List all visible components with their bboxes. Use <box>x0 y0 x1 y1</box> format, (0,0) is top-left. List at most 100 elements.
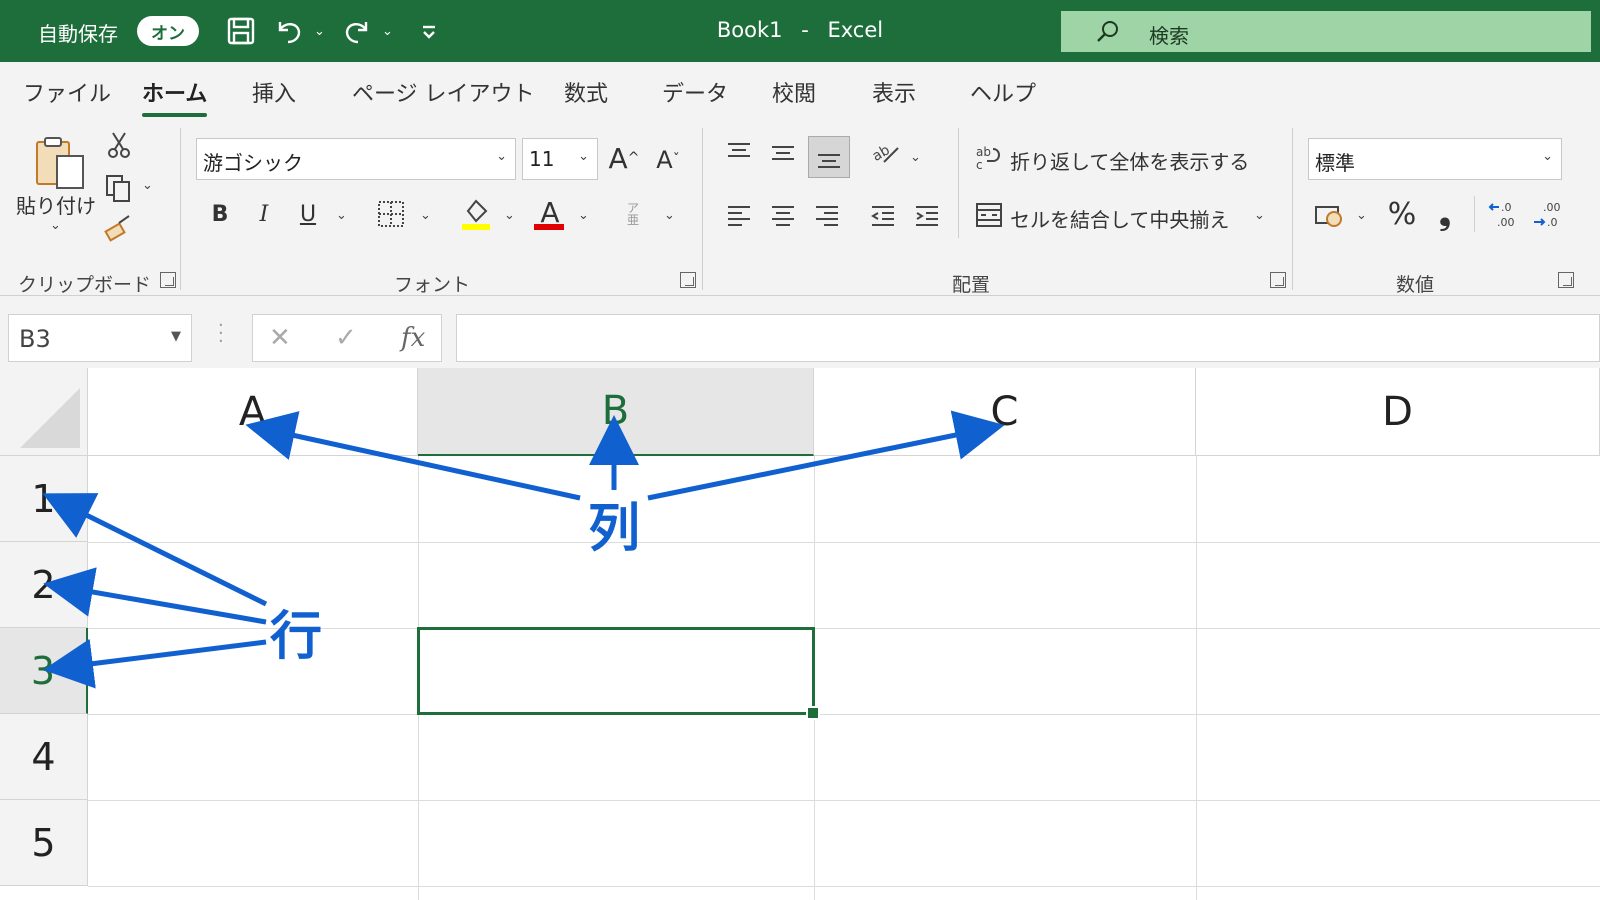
name-box-value: B3 <box>19 325 51 353</box>
fill-color-dropdown-icon[interactable]: ⌄ <box>504 208 515 223</box>
font-color-dropdown-icon[interactable]: ⌄ <box>578 208 589 223</box>
phonetic-dropdown-icon[interactable]: ⌄ <box>664 208 675 223</box>
fill-handle[interactable] <box>806 706 820 720</box>
bottom-align-icon[interactable] <box>808 136 850 178</box>
tab-data[interactable]: データ <box>662 76 728 108</box>
selected-cell-b3[interactable] <box>417 627 815 715</box>
orientation-dropdown-icon[interactable]: ⌄ <box>910 150 921 165</box>
underline-dropdown-icon[interactable]: ⌄ <box>336 208 347 223</box>
svg-text:c: c <box>976 158 983 171</box>
tab-view[interactable]: 表示 <box>872 76 916 108</box>
comma-style-button[interactable]: ❟ <box>1430 196 1460 232</box>
format-painter-icon[interactable] <box>102 212 134 244</box>
bold-button[interactable]: B <box>204 196 236 232</box>
tab-help[interactable]: ヘルプ <box>970 76 1036 108</box>
fill-color-icon[interactable] <box>458 194 494 232</box>
ribbon: 貼り付け ⌄ ⌄ クリップボード 游ゴシック ⌄ 11 ⌄ A ^ Aˇ B I … <box>0 120 1600 296</box>
increase-decimal-icon[interactable]: .0.00 <box>1486 196 1522 232</box>
gridline <box>88 542 1600 543</box>
paste-dropdown-icon[interactable]: ⌄ <box>50 218 61 233</box>
name-box[interactable]: B3 ▼ <box>8 314 192 362</box>
font-color-swatch <box>534 224 564 230</box>
align-right-icon[interactable] <box>810 198 844 232</box>
number-launcher-icon[interactable] <box>1558 272 1574 288</box>
decrease-font-size-button[interactable]: Aˇ <box>650 142 686 178</box>
wrap-text-button[interactable]: 折り返して全体を表示する <box>1010 146 1249 175</box>
undo-icon[interactable] <box>272 14 306 48</box>
merge-center-button[interactable]: セルを結合して中央揃え <box>1010 204 1229 233</box>
paste-icon[interactable] <box>28 132 90 194</box>
tab-review[interactable]: 校閲 <box>772 76 816 108</box>
svg-text:ab: ab <box>870 142 893 165</box>
merge-center-icon[interactable] <box>974 200 1004 230</box>
wrap-text-icon[interactable]: ab c <box>974 142 1004 172</box>
tab-insert[interactable]: 挿入 <box>252 76 296 108</box>
clipboard-launcher-icon[interactable] <box>160 272 176 288</box>
enter-icon[interactable]: ✓ <box>335 323 357 353</box>
cut-icon[interactable] <box>104 130 134 160</box>
title-separator: - <box>801 18 809 42</box>
autosave-toggle[interactable]: オン <box>137 16 199 46</box>
accounting-format-icon[interactable] <box>1312 198 1348 232</box>
insert-function-icon[interactable]: fx <box>401 323 425 353</box>
copy-dropdown-icon[interactable]: ⌄ <box>142 178 153 193</box>
row-header-1[interactable]: 1 <box>0 456 88 542</box>
alignment-launcher-icon[interactable] <box>1270 272 1286 288</box>
column-header-d[interactable]: D <box>1196 368 1600 456</box>
alignment-group-label: 配置 <box>952 274 991 296</box>
select-all-icon <box>20 388 80 448</box>
redo-icon[interactable] <box>340 14 374 48</box>
align-left-icon[interactable] <box>722 198 756 232</box>
increase-indent-icon[interactable] <box>910 198 944 232</box>
percent-style-button[interactable]: % <box>1384 196 1420 232</box>
underline-button[interactable]: U <box>292 196 324 232</box>
borders-dropdown-icon[interactable]: ⌄ <box>420 208 431 223</box>
undo-dropdown-icon[interactable]: ⌄ <box>314 24 325 39</box>
increase-font-size-button[interactable]: A ^ <box>606 138 642 178</box>
font-group-label: フォント <box>394 274 471 296</box>
row-header-3[interactable]: 3 <box>0 628 88 714</box>
tab-formulas[interactable]: 数式 <box>564 76 608 108</box>
column-header-b[interactable]: B <box>418 368 814 456</box>
paste-label[interactable]: 貼り付け <box>16 190 96 219</box>
column-annotation-label: 列 <box>588 499 641 559</box>
cancel-icon[interactable]: ✕ <box>269 323 291 353</box>
orientation-icon[interactable]: ab <box>868 136 902 170</box>
merge-dropdown-icon[interactable]: ⌄ <box>1254 208 1265 223</box>
number-format-select[interactable]: 標準 ⌄ <box>1308 138 1562 180</box>
search-box[interactable]: 検索 <box>1061 11 1591 52</box>
font-name-select[interactable]: 游ゴシック ⌄ <box>196 138 516 180</box>
middle-align-icon[interactable] <box>766 136 800 170</box>
row-header-2[interactable]: 2 <box>0 542 88 628</box>
decrease-decimal-icon[interactable]: .00.0 <box>1530 196 1566 232</box>
font-size-value: 11 <box>529 147 555 171</box>
resize-handle-icon[interactable]: · · · <box>218 317 224 351</box>
row-header-4[interactable]: 4 <box>0 714 88 800</box>
tab-file[interactable]: ファイル <box>23 76 111 108</box>
search-icon <box>1097 21 1118 42</box>
accounting-dropdown-icon[interactable]: ⌄ <box>1356 208 1367 223</box>
svg-text:ab: ab <box>976 145 991 159</box>
tab-home[interactable]: ホーム <box>142 76 208 117</box>
column-header-a[interactable]: A <box>88 368 418 456</box>
column-header-c[interactable]: C <box>814 368 1196 456</box>
row-header-5[interactable]: 5 <box>0 800 88 886</box>
tab-page-layout[interactable]: ページ レイアウト <box>352 76 535 108</box>
customize-qat-icon[interactable] <box>412 14 446 48</box>
font-size-select[interactable]: 11 ⌄ <box>522 138 598 180</box>
align-center-icon[interactable] <box>766 198 800 232</box>
top-align-icon[interactable] <box>722 136 756 170</box>
italic-button[interactable]: I <box>248 196 280 232</box>
select-all-button[interactable] <box>0 368 88 456</box>
decrease-indent-icon[interactable] <box>866 198 900 232</box>
copy-icon[interactable] <box>102 172 134 204</box>
formula-input[interactable] <box>456 314 1600 362</box>
save-icon[interactable] <box>224 14 258 48</box>
borders-icon[interactable] <box>374 196 408 232</box>
shrink-font-icon: A <box>656 146 673 174</box>
phonetic-guide-icon[interactable]: ア亜 <box>618 196 648 232</box>
redo-dropdown-icon[interactable]: ⌄ <box>382 24 393 39</box>
ribbon-tabs: ファイル ホーム 挿入 ページ レイアウト 数式 データ 校閲 表示 ヘルプ <box>0 62 1600 120</box>
spreadsheet-grid: A B C D 1 2 3 4 5 <box>0 368 1600 900</box>
font-launcher-icon[interactable] <box>680 272 696 288</box>
